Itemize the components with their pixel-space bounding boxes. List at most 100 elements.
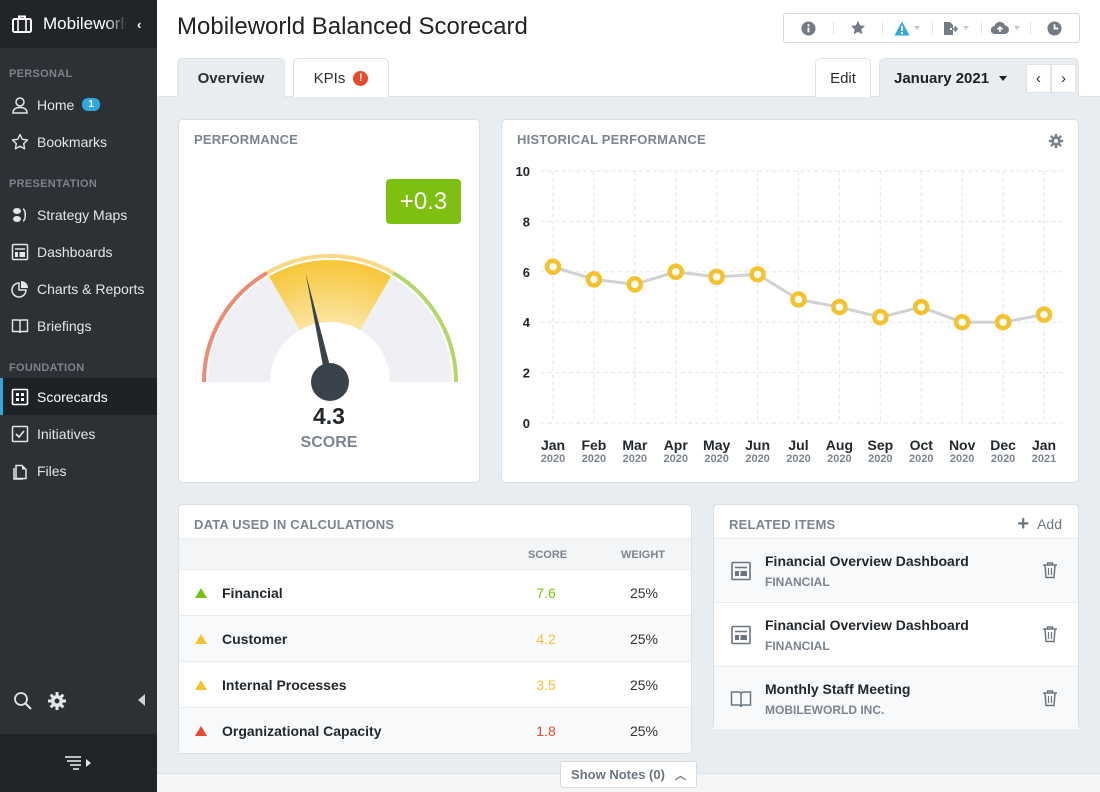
- row-weight: 25%: [629, 631, 659, 647]
- collapse-sidebar-button[interactable]: ‹: [137, 17, 141, 32]
- related-item[interactable]: Monthly Staff Meeting MOBILEWORLD INC.: [714, 666, 1078, 729]
- sidebar-item-charts-reports[interactable]: Charts & Reports: [0, 270, 157, 307]
- data-point: [667, 263, 684, 281]
- sidebar-item-label: Initiatives: [37, 425, 96, 442]
- search-icon[interactable]: [13, 691, 33, 711]
- gear-icon[interactable]: [47, 691, 67, 711]
- alerts-dropdown[interactable]: [882, 14, 931, 42]
- bookmark-button[interactable]: [833, 14, 882, 42]
- status-triangle-icon: [195, 680, 207, 690]
- x-tick-month: Aug: [826, 437, 853, 453]
- x-tick-month: Mar: [622, 437, 647, 453]
- y-tick-label: 0: [523, 416, 530, 431]
- tab-kpis[interactable]: KPIs !: [293, 58, 389, 97]
- cloud-upload-icon: [991, 21, 1010, 35]
- sidebar: Mobileworld ‹ PERSONAL Home 1 Bookmarks …: [0, 0, 157, 792]
- tab-overview[interactable]: Overview: [177, 58, 285, 97]
- table-row[interactable]: Customer 4.2 25%: [179, 615, 691, 661]
- x-tick-year: 2020: [704, 453, 728, 465]
- brand-name[interactable]: Mobileworld: [43, 14, 127, 34]
- trash-icon[interactable]: [1042, 689, 1058, 707]
- y-tick-label: 4: [523, 315, 531, 330]
- trash-icon[interactable]: [1042, 625, 1058, 643]
- show-notes-button[interactable]: Show Notes (0) ︿: [560, 761, 697, 788]
- sidebar-item-initiatives[interactable]: Initiatives: [0, 415, 157, 452]
- x-tick-year: 2020: [909, 453, 933, 465]
- table-row[interactable]: Financial 7.6 25%: [179, 569, 691, 615]
- period-dropdown[interactable]: January 2021: [894, 59, 1008, 98]
- sidebar-item-home[interactable]: Home 1: [0, 86, 157, 123]
- info-button[interactable]: [784, 14, 833, 42]
- related-items-card: RELATED ITEMS + Add Financial Overview D…: [713, 504, 1079, 729]
- sidebar-item-files[interactable]: Files: [0, 452, 157, 489]
- x-tick-month: May: [703, 437, 730, 453]
- star-icon: [850, 20, 865, 35]
- sidebar-item-strategy-maps[interactable]: Strategy Maps: [0, 196, 157, 233]
- status-triangle-icon: [195, 588, 207, 598]
- sidebar-header: Mobileworld ‹: [0, 0, 157, 48]
- y-tick-label: 6: [523, 265, 530, 280]
- table-row[interactable]: Internal Processes 3.5 25%: [179, 661, 691, 707]
- dashboard-icon: [11, 243, 29, 260]
- row-name: Financial: [222, 585, 283, 601]
- add-related-item-button[interactable]: + Add: [1017, 514, 1062, 534]
- table-row[interactable]: Organizational Capacity 1.8 25%: [179, 707, 691, 753]
- related-item[interactable]: Financial Overview Dashboard FINANCIAL: [714, 538, 1078, 601]
- data-point: [708, 268, 725, 286]
- sidebar-item-label: Scorecards: [37, 388, 108, 405]
- cloud-dropdown[interactable]: [980, 14, 1030, 42]
- x-tick-year: 2020: [786, 453, 810, 465]
- related-item[interactable]: Financial Overview Dashboard FINANCIAL: [714, 602, 1078, 665]
- card-title: PERFORMANCE: [194, 132, 299, 147]
- related-item-subtitle: FINANCIAL: [765, 639, 830, 653]
- sidebar-item-label: Briefings: [37, 317, 92, 334]
- sidebar-item-bookmarks[interactable]: Bookmarks: [0, 123, 157, 160]
- history-button[interactable]: [1029, 14, 1079, 42]
- next-period-button[interactable]: ›: [1051, 64, 1076, 93]
- card-title: DATA USED IN CALCULATIONS: [194, 517, 395, 532]
- status-triangle-icon: [195, 726, 207, 736]
- tab-label: KPIs: [313, 69, 346, 87]
- sidebar-item-scorecards[interactable]: Scorecards: [0, 378, 157, 415]
- x-tick-month: Jan: [541, 437, 565, 453]
- x-tick-year: 2020: [868, 453, 892, 465]
- section-foundation: FOUNDATION: [9, 362, 85, 374]
- row-name: Internal Processes: [222, 677, 347, 693]
- info-icon: [801, 20, 816, 36]
- add-label: Add: [1037, 516, 1062, 532]
- collapse-arrow-icon[interactable]: [138, 694, 145, 706]
- chevron-down-icon: [999, 76, 1008, 81]
- dashboard-icon: [731, 625, 751, 645]
- sidebar-item-label: Dashboards: [37, 243, 113, 260]
- chevron-down-icon: [913, 26, 920, 30]
- x-tick-year: 2020: [541, 453, 565, 465]
- x-tick-month: Dec: [990, 437, 1016, 453]
- x-tick-month: Sep: [867, 437, 893, 453]
- data-point: [585, 271, 603, 288]
- previous-period-button[interactable]: ‹: [1026, 64, 1051, 93]
- row-name: Organizational Capacity: [222, 723, 382, 739]
- page-header: Mobileworld Balanced Scorecard Overview …: [157, 0, 1100, 97]
- row-name: Customer: [222, 631, 288, 647]
- sidebar-footer-menu-button[interactable]: [0, 734, 157, 792]
- row-score: 4.2: [536, 631, 556, 647]
- briefcase-icon: [12, 15, 32, 33]
- related-item-subtitle: FINANCIAL: [765, 575, 830, 589]
- score-change-badge: +0.3: [386, 179, 461, 224]
- section-presentation: PRESENTATION: [9, 178, 98, 190]
- dashboard-icon: [731, 561, 751, 581]
- edit-button[interactable]: Edit: [815, 58, 871, 97]
- historical-line-chart: 0246810Jan2020Feb2020Mar2020Apr2020May20…: [516, 164, 1064, 465]
- data-point: [953, 313, 971, 331]
- x-tick-year: 2021: [1032, 453, 1056, 465]
- pie-chart-icon: [11, 280, 28, 298]
- sidebar-item-dashboards[interactable]: Dashboards: [0, 233, 157, 270]
- sidebar-item-briefings[interactable]: Briefings: [0, 307, 157, 344]
- scorecard-icon: [11, 388, 29, 405]
- column-header-weight: WEIGHT: [621, 549, 665, 561]
- data-point: [749, 266, 766, 283]
- row-weight: 25%: [629, 723, 659, 739]
- export-dropdown[interactable]: [931, 14, 981, 42]
- trash-icon[interactable]: [1042, 561, 1058, 579]
- sidebar-item-label: Home: [37, 96, 75, 113]
